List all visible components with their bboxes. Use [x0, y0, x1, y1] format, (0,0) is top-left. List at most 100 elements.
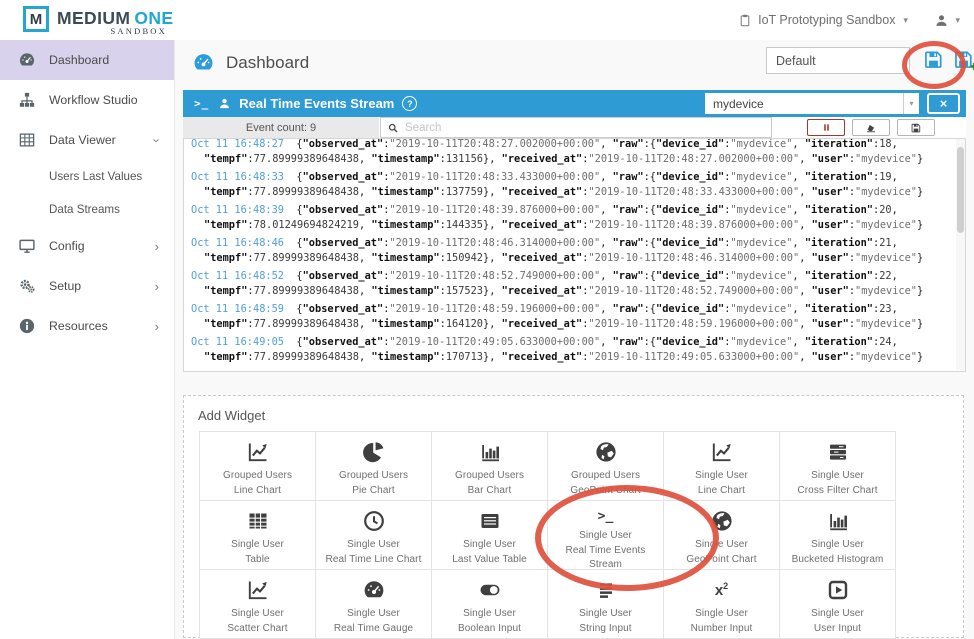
widget-single-user-number-input[interactable]: x2Single UserNumber Input — [664, 570, 780, 639]
sidebar-item-workflow-studio[interactable]: Workflow Studio — [0, 80, 174, 120]
pause-stream-button[interactable] — [807, 119, 845, 136]
stream-toolbar: Event count: 9 — [183, 117, 966, 138]
widget-single-user-real-time-line-chart[interactable]: Single UserReal Time Line Chart — [316, 501, 432, 570]
workspace-label: IoT Prototyping Sandbox — [758, 13, 895, 27]
widget-label-line1: Single User — [811, 538, 864, 553]
save-icon — [910, 122, 922, 134]
dashboard-name-input[interactable] — [766, 47, 910, 74]
chevron-right-icon: › — [155, 280, 159, 293]
widget-single-user-line-chart[interactable]: Single UserLine Chart — [664, 432, 780, 501]
event-log-entry: Oct 11 16:48:33 {"observed_at":"2019-10-… — [191, 170, 965, 200]
gears-icon — [18, 277, 36, 295]
terminal-icon: >_ — [594, 509, 618, 524]
help-icon[interactable]: ? — [402, 96, 417, 111]
search-icon — [387, 122, 399, 134]
save-as-new-dashboard-button[interactable] — [952, 48, 974, 71]
chevron-right-icon: › — [155, 320, 159, 333]
dashboard-gauge-icon — [192, 51, 215, 74]
sidebar-item-label: Dashboard — [49, 53, 109, 67]
sidebar-item-setup[interactable]: Setup › — [0, 266, 174, 306]
widget-label-line2: Bucketed Histogram — [792, 553, 884, 568]
export-stream-button[interactable] — [897, 119, 935, 136]
widget-label-line1: Single User — [695, 538, 748, 553]
widget-label-line1: Single User — [231, 538, 284, 553]
widget-single-user-table[interactable]: Single UserTable — [200, 501, 316, 570]
stream-widget-header: >_ Real Time Events Stream ? ▾ × — [183, 90, 966, 117]
sidebar-item-config[interactable]: Config› — [0, 226, 174, 266]
save-dashboard-button[interactable] — [922, 48, 945, 71]
widget-grouped-users-geopoint-chart[interactable]: Grouped UsersGeoPoint Chart — [548, 432, 664, 501]
line-chart-icon — [246, 440, 270, 464]
scrollbar-track[interactable] — [956, 139, 965, 370]
search-input[interactable] — [399, 121, 771, 135]
workspace-selector[interactable]: IoT Prototyping Sandbox ▾ — [738, 0, 908, 40]
brand-secondary: ONE — [134, 8, 173, 28]
sidebar-item-data-streams[interactable]: Data Streams — [0, 193, 174, 226]
sidebar-item-users-last-values[interactable]: Users Last Values — [0, 160, 174, 193]
single-user-icon — [218, 97, 231, 110]
caret-down-icon: ▾ — [955, 15, 960, 26]
table-grid-icon — [18, 131, 36, 149]
caret-down-icon[interactable]: ▾ — [903, 93, 919, 114]
event-log-entry: Oct 11 16:49:05 {"observed_at":"2019-10-… — [191, 335, 965, 365]
device-select-value[interactable] — [705, 93, 903, 114]
user-input-icon — [826, 578, 850, 602]
widget-label-line1: Single User — [347, 538, 400, 553]
last-value-table-icon — [478, 509, 502, 533]
bar-chart-icon — [826, 509, 850, 533]
clipboard-icon — [738, 13, 752, 28]
sidebar-item-label: Users Last Values — [49, 170, 142, 183]
line-chart-icon — [246, 578, 270, 602]
gauge-icon — [18, 51, 36, 69]
widget-label-line1: Grouped Users — [571, 469, 640, 484]
add-widget-panel: Add Widget Grouped UsersLine ChartGroupe… — [183, 395, 964, 638]
widget-grouped-users-pie-chart[interactable]: Grouped UsersPie Chart — [316, 432, 432, 501]
string-lines-icon — [594, 578, 618, 602]
widget-label-line2: Line Chart — [698, 484, 745, 499]
clock-icon — [362, 509, 386, 533]
widget-grouped-users-bar-chart[interactable]: Grouped UsersBar Chart — [432, 432, 548, 501]
table-icon — [246, 509, 270, 533]
widget-single-user-string-input[interactable]: Single UserString Input — [548, 570, 664, 639]
widget-label-line1: Grouped Users — [223, 469, 292, 484]
widget-single-user-boolean-input[interactable]: Single UserBoolean Input — [432, 570, 548, 639]
event-log-entry: Oct 11 16:48:39 {"observed_at":"2019-10-… — [191, 203, 965, 233]
widget-label-line2: User Input — [814, 622, 861, 637]
scrollbar-thumb[interactable] — [957, 147, 964, 233]
clear-stream-button[interactable] — [852, 119, 890, 136]
device-select[interactable]: ▾ — [705, 93, 919, 114]
widget-single-user-real-time-gauge[interactable]: Single UserReal Time Gauge — [316, 570, 432, 639]
gauge-icon — [362, 578, 386, 602]
widget-single-user-cross-filter-chart[interactable]: Single UserCross Filter Chart — [780, 432, 896, 501]
widget-label-line1: Single User — [347, 607, 400, 622]
search-box — [380, 117, 772, 138]
sidebar-item-label: Setup — [49, 279, 81, 293]
widget-single-user-scatter-chart[interactable]: Single UserScatter Chart — [200, 570, 316, 639]
globe-icon — [710, 509, 734, 533]
widget-single-user-real-time-events-stream[interactable]: >_Single UserReal Time Events Stream — [548, 501, 664, 570]
close-widget-button[interactable]: × — [927, 93, 960, 114]
widget-label-line2: Cross Filter Chart — [797, 484, 877, 499]
user-menu[interactable]: ▾ — [934, 0, 960, 40]
sidebar-item-resources[interactable]: Resources› — [0, 306, 174, 346]
bar-chart-icon — [478, 440, 502, 464]
widget-single-user-bucketed-histogram[interactable]: Single UserBucketed Histogram — [780, 501, 896, 570]
eraser-icon — [865, 122, 877, 134]
add-widget-title: Add Widget — [198, 408, 265, 423]
save-plus-icon — [952, 48, 974, 71]
sidebar-item-label: Data Streams — [49, 203, 120, 216]
widget-label-line1: Single User — [579, 607, 632, 622]
sidebar-item-data-viewer[interactable]: Data Viewer› — [0, 120, 174, 160]
save-icon — [922, 48, 945, 71]
widget-label-line1: Single User — [811, 607, 864, 622]
widget-label-line2: Real Time Line Chart — [326, 553, 422, 568]
sidebar-item-dashboard[interactable]: Dashboard — [0, 40, 174, 80]
widget-single-user-geopoint-chart[interactable]: Single UserGeoPoint Chart — [664, 501, 780, 570]
event-count-value: 9 — [310, 122, 316, 134]
widget-label-line2: Scatter Chart — [227, 622, 287, 637]
event-log-entry: Oct 11 16:48:52 {"observed_at":"2019-10-… — [191, 269, 965, 299]
widget-single-user-last-value-table[interactable]: Single UserLast Value Table — [432, 501, 548, 570]
widget-single-user-user-input[interactable]: Single UserUser Input — [780, 570, 896, 639]
event-log-entry: Oct 11 16:48:27 {"observed_at":"2019-10-… — [191, 138, 965, 167]
widget-grouped-users-line-chart[interactable]: Grouped UsersLine Chart — [200, 432, 316, 501]
